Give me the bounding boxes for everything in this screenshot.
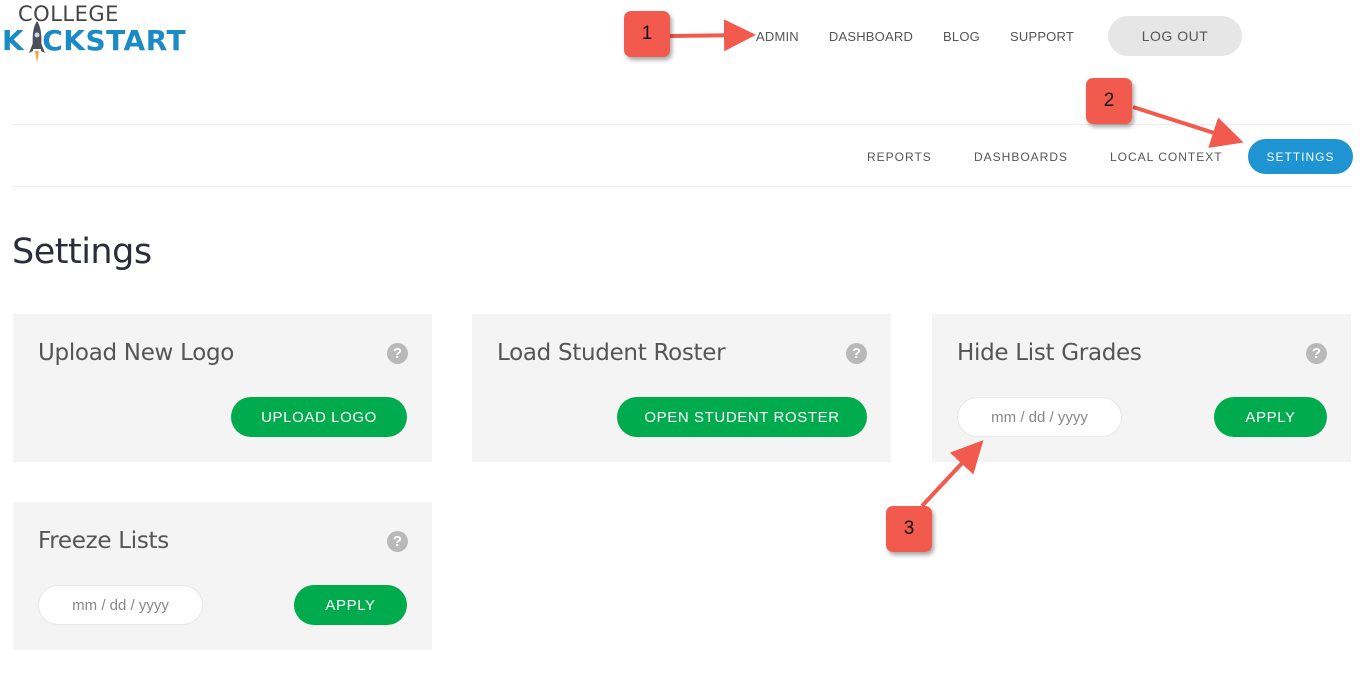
annotation-arrow-1: [669, 19, 756, 52]
subnav-reports-tab[interactable]: REPORTS: [867, 139, 932, 174]
subnav-settings-tab[interactable]: SETTINGS: [1248, 139, 1353, 174]
card-title: Load Student Roster: [497, 340, 726, 366]
nav-admin-link[interactable]: ADMIN: [756, 29, 799, 44]
card-title: Freeze Lists: [38, 528, 169, 554]
nav-dashboard-link[interactable]: DASHBOARD: [829, 29, 913, 44]
nav-blog-link[interactable]: BLOG: [943, 29, 980, 44]
freeze-lists-apply-button[interactable]: APPLY: [294, 585, 407, 625]
college-kickstart-logo[interactable]: COLLEGE K CKSTART: [2, 2, 207, 68]
card-title: Upload New Logo: [38, 340, 235, 366]
card-title: Hide List Grades: [957, 340, 1142, 366]
open-student-roster-button[interactable]: OPEN STUDENT ROSTER: [617, 397, 867, 437]
student-roster-card: Load Student Roster ? OPEN STUDENT ROSTE…: [472, 314, 891, 462]
hide-grades-date-input[interactable]: mm / dd / yyyy: [957, 397, 1122, 437]
settings-subnav: REPORTS DASHBOARDS LOCAL CONTEXT SETTING…: [12, 124, 1353, 187]
freeze-lists-card: Freeze Lists ? mm / dd / yyyy APPLY: [13, 502, 432, 650]
help-icon[interactable]: ?: [1306, 343, 1327, 364]
logout-button[interactable]: LOG OUT: [1108, 16, 1242, 56]
upload-logo-button[interactable]: UPLOAD LOGO: [231, 397, 407, 437]
help-icon[interactable]: ?: [387, 343, 408, 364]
help-icon[interactable]: ?: [387, 531, 408, 552]
hide-list-grades-card: Hide List Grades ? mm / dd / yyyy APPLY: [932, 314, 1351, 462]
annotation-marker-3: 3: [886, 506, 932, 552]
nav-support-link[interactable]: SUPPORT: [1010, 29, 1074, 44]
top-navigation: ADMIN DASHBOARD BLOG SUPPORT: [756, 16, 1104, 56]
freeze-lists-date-input[interactable]: mm / dd / yyyy: [38, 585, 203, 625]
annotation-marker-2: 2: [1086, 78, 1132, 124]
help-icon[interactable]: ?: [846, 343, 867, 364]
subnav-dashboards-tab[interactable]: DASHBOARDS: [974, 139, 1068, 174]
subnav-local-context-tab[interactable]: LOCAL CONTEXT: [1110, 139, 1223, 174]
hide-grades-apply-button[interactable]: APPLY: [1214, 397, 1327, 437]
upload-logo-card: Upload New Logo ? UPLOAD LOGO: [13, 314, 432, 462]
annotation-marker-1: 1: [624, 11, 670, 57]
rocket-icon: [29, 21, 45, 63]
page-title: Settings: [12, 232, 152, 272]
